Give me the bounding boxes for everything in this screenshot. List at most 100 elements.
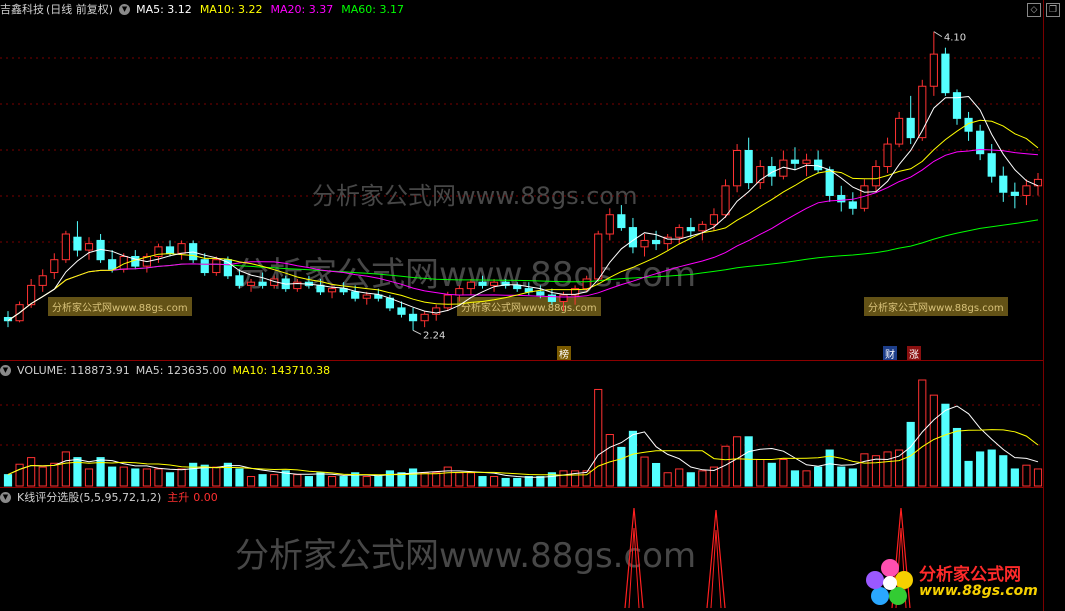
candle-body — [733, 149, 742, 187]
volume-bar — [779, 459, 788, 487]
volume-bar — [177, 468, 186, 487]
candle-body — [38, 275, 47, 286]
volume-bar — [131, 468, 140, 487]
candle-body — [848, 201, 857, 209]
volume-bar — [27, 457, 36, 487]
candle-body — [594, 233, 603, 280]
volume-bar — [825, 449, 834, 487]
candle-body — [397, 307, 406, 315]
volume-bar — [84, 468, 94, 487]
indicator-main-value: 0.00 — [193, 490, 218, 504]
candle-body — [50, 259, 59, 274]
ma60-line — [7, 219, 1039, 322]
volume-bar — [686, 472, 695, 487]
candle-body — [709, 214, 719, 225]
dropdown-circle-icon[interactable]: ▼ — [0, 491, 11, 503]
candle-body — [536, 291, 545, 296]
volume-bar — [408, 468, 418, 487]
indicator-main-label: 主升 — [167, 491, 190, 504]
volume-bar — [270, 474, 279, 487]
candle-body — [246, 281, 256, 286]
volume-bar — [767, 462, 776, 487]
volume-bar — [15, 463, 24, 487]
candle-body — [941, 53, 950, 94]
dropdown-circle-icon[interactable]: ▼ — [0, 364, 11, 376]
volume-bar — [941, 403, 950, 487]
candle-body — [559, 294, 568, 302]
candle-body — [108, 259, 117, 270]
volume-bar — [443, 466, 452, 487]
candle-body — [999, 175, 1008, 193]
candle-body — [258, 281, 267, 286]
candle-body — [906, 117, 915, 139]
candle-body — [73, 236, 82, 251]
candle-body — [351, 291, 360, 299]
volume-bar — [142, 468, 151, 487]
volume-bar — [999, 455, 1008, 487]
indicator-title: K线评分选股(5,5,95,72,1,2) — [17, 491, 162, 504]
candle-body — [420, 313, 429, 322]
candle-body — [871, 166, 881, 187]
volume-bar — [756, 459, 765, 487]
volume-bar — [385, 470, 394, 487]
pane-divider — [0, 360, 1043, 361]
volume-bar — [339, 476, 348, 487]
volume-bar — [536, 476, 545, 487]
volume-bar — [293, 474, 302, 487]
volume-bar — [802, 470, 811, 487]
volume-bar — [246, 476, 256, 487]
stock-chart-window: 吉鑫科技 (日线 前复权) ▼ MA5: 3.12 MA10: 3.22 MA20:… — [0, 0, 1065, 611]
volume-bar — [698, 470, 707, 487]
candle-body — [165, 246, 175, 254]
low-pointer — [412, 329, 422, 335]
flower-logo-icon — [866, 559, 913, 605]
volume-bar — [640, 456, 649, 487]
volume-bar — [455, 472, 464, 487]
high-price-label: 4.10 — [944, 33, 966, 44]
candle-body — [582, 278, 591, 290]
candle-body — [1022, 185, 1031, 196]
candle-body — [744, 149, 753, 184]
volume-bar — [744, 436, 753, 487]
volume-bar — [883, 451, 892, 487]
volume-bar — [3, 474, 13, 487]
volume-bar — [964, 460, 973, 487]
candle-body — [478, 281, 487, 286]
volume-bar — [524, 476, 533, 487]
volume-bar — [976, 451, 985, 487]
volume-bar — [108, 466, 117, 487]
candle-body — [952, 92, 962, 119]
volume-bar — [675, 468, 684, 487]
candle-body — [825, 169, 834, 196]
volume-bar — [316, 472, 325, 487]
high-pointer — [933, 31, 943, 38]
candle-body — [61, 233, 70, 261]
volume-bar — [1022, 464, 1031, 487]
volume-title: VOLUME: 118873.91 — [17, 363, 130, 377]
candle-body — [686, 227, 695, 232]
volume-bar — [327, 476, 337, 487]
volume-bar — [223, 462, 232, 487]
volume-bar — [489, 476, 499, 487]
volume-bar — [860, 453, 869, 487]
ma5-line — [7, 95, 1039, 322]
candle-body — [547, 294, 557, 302]
volume-bar — [895, 449, 904, 487]
candle-body — [617, 214, 626, 229]
volume-bar — [918, 379, 927, 487]
candle-body — [814, 159, 823, 171]
volume-bar — [652, 462, 661, 487]
volume-bar — [501, 477, 510, 487]
volume-bar — [952, 427, 962, 487]
volume-bar — [478, 476, 487, 487]
indicator-spike-inner — [628, 527, 640, 609]
volume-bar — [304, 476, 313, 487]
volume-bar — [814, 466, 823, 487]
chart-canvas[interactable]: 4.10 2.24 — [0, 0, 1065, 611]
volume-bar — [119, 466, 128, 487]
candle-body — [675, 227, 684, 238]
candle-body — [212, 259, 221, 274]
volume-bar — [235, 468, 244, 487]
volume-bar — [50, 462, 59, 487]
volume-bar — [466, 472, 476, 487]
